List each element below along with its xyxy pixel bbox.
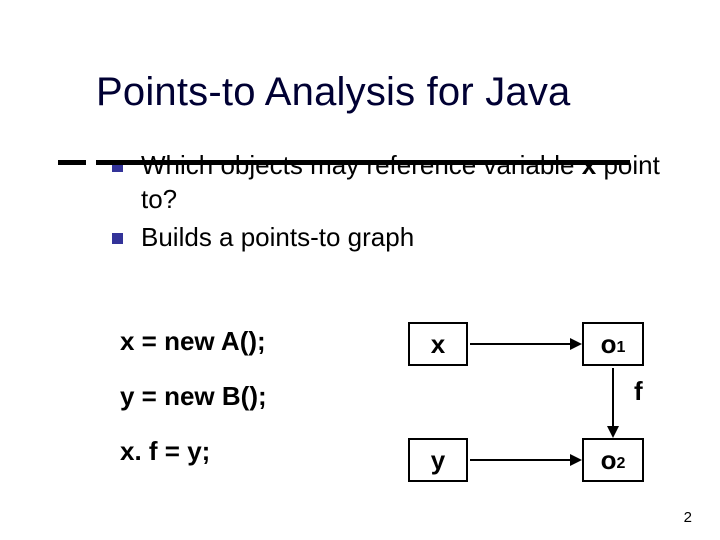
- node-o1: o1: [582, 322, 644, 366]
- node-o2-sub: 2: [616, 455, 625, 473]
- arrowhead-icon: [570, 454, 582, 466]
- code-line: y = new B();: [120, 381, 267, 412]
- node-o1-base: o: [601, 329, 617, 360]
- bullet-text-fragment: Which objects may reference variable: [141, 150, 582, 180]
- node-o2-base: o: [601, 445, 617, 476]
- bullet-text: Builds a points-to graph: [141, 221, 414, 255]
- node-x: x: [408, 322, 468, 366]
- title-underline-short: [58, 160, 86, 165]
- edge-label-f: f: [634, 376, 643, 407]
- edge-o1-o2: [612, 368, 614, 426]
- node-o2: o2: [582, 438, 644, 482]
- variable-x: x: [582, 150, 596, 180]
- arrowhead-icon: [607, 426, 619, 438]
- slide-title: Points-to Analysis for Java: [96, 70, 680, 115]
- code-block: x = new A(); y = new B(); x. f = y;: [120, 326, 267, 491]
- edge-x-o1: [470, 343, 570, 345]
- title-underline-long: [96, 160, 630, 165]
- edge-y-o2: [470, 459, 570, 461]
- bullet-item: Builds a points-to graph: [112, 221, 672, 255]
- page-number: 2: [684, 509, 692, 526]
- code-line: x. f = y;: [120, 436, 267, 467]
- node-y: y: [408, 438, 468, 482]
- arrowhead-icon: [570, 338, 582, 350]
- slide: Points-to Analysis for Java Which object…: [0, 0, 720, 540]
- node-o1-sub: 1: [616, 339, 625, 357]
- code-line: x = new A();: [120, 326, 267, 357]
- points-to-graph: x o1 y o2 f: [398, 322, 678, 492]
- bullet-square-icon: [112, 233, 123, 244]
